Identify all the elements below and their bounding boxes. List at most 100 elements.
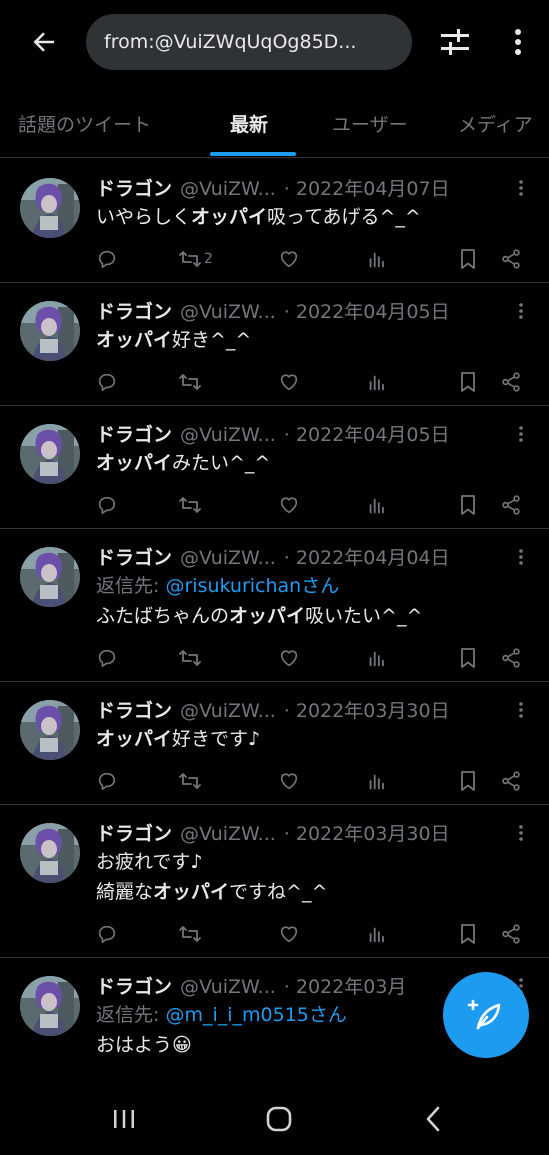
- tab-media[interactable]: メディア: [458, 110, 533, 137]
- tweet-menu-button[interactable]: [511, 174, 531, 202]
- reply-button[interactable]: [96, 1072, 118, 1075]
- reply-button[interactable]: [96, 766, 118, 796]
- like-button[interactable]: [278, 919, 300, 949]
- tweet[interactable]: ドラゴン @VuiZW... · 2022年03月30日 オッパイ好きです♪: [0, 682, 549, 805]
- retweet-button[interactable]: [178, 919, 204, 949]
- views-button[interactable]: [366, 1072, 388, 1075]
- tweet-date[interactable]: · 2022年03月: [284, 972, 407, 999]
- avatar[interactable]: [20, 424, 80, 484]
- user-handle[interactable]: @VuiZW...: [180, 976, 276, 998]
- share-button[interactable]: [500, 919, 522, 949]
- display-name[interactable]: ドラゴン: [96, 543, 172, 570]
- views-button[interactable]: [366, 367, 388, 397]
- tweet-menu-button[interactable]: [511, 297, 531, 325]
- like-button[interactable]: [278, 244, 300, 274]
- search-filter-button[interactable]: [434, 22, 476, 62]
- like-button[interactable]: [278, 367, 300, 397]
- back-button[interactable]: [24, 22, 64, 62]
- display-name[interactable]: ドラゴン: [96, 972, 172, 999]
- retweet-button[interactable]: [178, 367, 204, 397]
- retweet-button[interactable]: 2: [178, 244, 213, 274]
- reply-button[interactable]: [96, 490, 118, 520]
- avatar[interactable]: [20, 547, 80, 607]
- bookmark-button[interactable]: [458, 643, 478, 673]
- user-handle[interactable]: @VuiZW...: [180, 547, 276, 569]
- user-handle[interactable]: @VuiZW...: [180, 823, 276, 845]
- reply-button[interactable]: [96, 643, 118, 673]
- views-button[interactable]: [366, 919, 388, 949]
- retweet-count: 2: [204, 251, 213, 267]
- text-segment: 吸ってあげる^_^: [267, 206, 421, 228]
- user-handle[interactable]: @VuiZW...: [180, 301, 276, 323]
- like-button[interactable]: [278, 766, 300, 796]
- reply-to-mention[interactable]: @m_i_i_m0515さん: [165, 1004, 346, 1026]
- like-button[interactable]: [278, 490, 300, 520]
- system-back-button[interactable]: [414, 1102, 454, 1136]
- reply-button[interactable]: [96, 244, 118, 274]
- share-button[interactable]: [500, 244, 522, 274]
- text-segment: ですね^_^: [229, 881, 328, 903]
- retweet-button[interactable]: [178, 766, 204, 796]
- tweet[interactable]: ドラゴン @VuiZW... · 2022年03月30日 お疲れです♪ 綺麗なオッ…: [0, 805, 549, 958]
- tweet-feed[interactable]: ドラゴン @VuiZW... · 2022年04月07日 いやらしくオッパイ吸っ…: [0, 160, 549, 1075]
- tweet[interactable]: ドラゴン @VuiZW... · 2022年04月05日 オッパイみたい^_^: [0, 406, 549, 529]
- tab-latest[interactable]: 最新: [230, 110, 268, 137]
- display-name[interactable]: ドラゴン: [96, 819, 172, 846]
- tweet-menu-button[interactable]: [511, 420, 531, 448]
- tweet-menu-button[interactable]: [511, 696, 531, 724]
- display-name[interactable]: ドラゴン: [96, 297, 172, 324]
- tweet-date[interactable]: · 2022年03月30日: [284, 819, 450, 846]
- reply-button[interactable]: [96, 367, 118, 397]
- views-button[interactable]: [366, 643, 388, 673]
- tweet-date[interactable]: · 2022年03月30日: [284, 696, 450, 723]
- user-handle[interactable]: @VuiZW...: [180, 424, 276, 446]
- views-button[interactable]: [366, 490, 388, 520]
- tweet-date[interactable]: · 2022年04月05日: [284, 420, 450, 447]
- avatar[interactable]: [20, 178, 80, 238]
- avatar[interactable]: [20, 823, 80, 883]
- retweet-button[interactable]: [178, 490, 204, 520]
- bookmark-button[interactable]: [458, 919, 478, 949]
- tweet-date[interactable]: · 2022年04月05日: [284, 297, 450, 324]
- bookmark-button[interactable]: [458, 1072, 478, 1075]
- tweet[interactable]: ドラゴン @VuiZW... · 2022年04月04日 返信先: @risuk…: [0, 529, 549, 682]
- user-handle[interactable]: @VuiZW...: [180, 178, 276, 200]
- share-button[interactable]: [500, 1072, 522, 1075]
- recent-apps-button[interactable]: [104, 1102, 144, 1136]
- display-name[interactable]: ドラゴン: [96, 420, 172, 447]
- display-name[interactable]: ドラゴン: [96, 174, 172, 201]
- share-button[interactable]: [500, 367, 522, 397]
- tweet-date[interactable]: · 2022年04月04日: [284, 543, 450, 570]
- bookmark-button[interactable]: [458, 490, 478, 520]
- tab-top[interactable]: 話題のツイート: [18, 110, 151, 137]
- bookmark-button[interactable]: [458, 244, 478, 274]
- compose-tweet-button[interactable]: [443, 972, 529, 1058]
- user-handle[interactable]: @VuiZW...: [180, 700, 276, 722]
- tweet-menu-button[interactable]: [511, 543, 531, 571]
- tweet[interactable]: ドラゴン @VuiZW... · 2022年04月07日 いやらしくオッパイ吸っ…: [0, 160, 549, 283]
- display-name[interactable]: ドラゴン: [96, 696, 172, 723]
- reply-button[interactable]: [96, 919, 118, 949]
- avatar[interactable]: [20, 976, 80, 1036]
- home-button[interactable]: [259, 1102, 299, 1136]
- tweet[interactable]: ドラゴン @VuiZW... · 2022年04月05日 オッパイ好き^_^: [0, 283, 549, 406]
- views-button[interactable]: [366, 244, 388, 274]
- tweet-menu-button[interactable]: [511, 819, 531, 847]
- like-button[interactable]: [278, 643, 300, 673]
- reply-to-mention[interactable]: @risukurichanさん: [165, 575, 339, 597]
- search-box[interactable]: from:@VuiZWqUqOg85D...: [86, 14, 412, 70]
- avatar[interactable]: [20, 301, 80, 361]
- tab-people[interactable]: ユーザー: [332, 110, 408, 137]
- retweet-button[interactable]: [178, 643, 204, 673]
- retweet-button[interactable]: [178, 1072, 204, 1075]
- share-button[interactable]: [500, 490, 522, 520]
- views-button[interactable]: [366, 766, 388, 796]
- tweet-date[interactable]: · 2022年04月07日: [284, 174, 450, 201]
- overflow-menu-button[interactable]: [500, 22, 536, 62]
- avatar[interactable]: [20, 700, 80, 760]
- bookmark-button[interactable]: [458, 766, 478, 796]
- share-button[interactable]: [500, 643, 522, 673]
- like-button[interactable]: [278, 1072, 300, 1075]
- bookmark-button[interactable]: [458, 367, 478, 397]
- share-button[interactable]: [500, 766, 522, 796]
